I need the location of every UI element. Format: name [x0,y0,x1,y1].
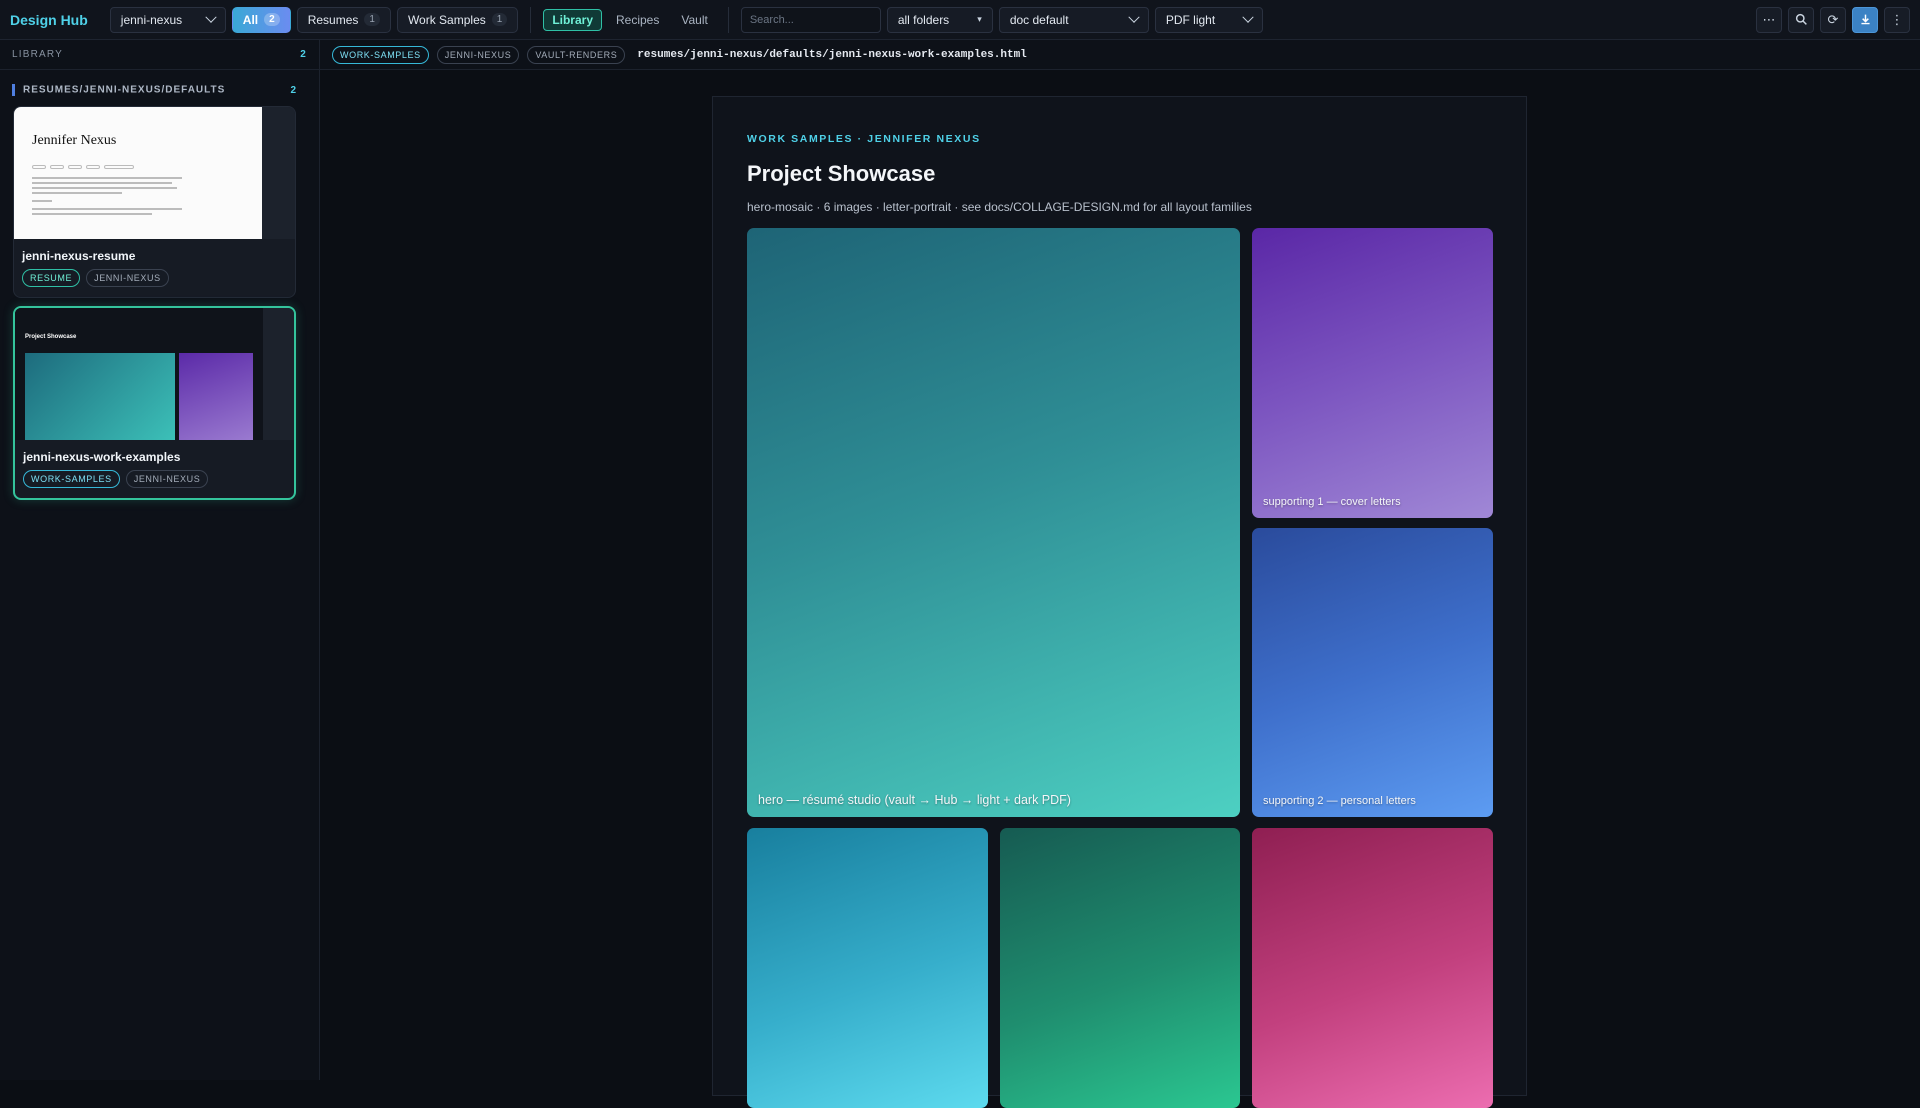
ellipsis-icon: ⋯ [1762,11,1776,27]
preview-title: Project Showcase [747,161,936,186]
folder-group-header[interactable]: RESUMES/JENNI-NEXUS/DEFAULTS 2 [0,74,319,106]
tile-caption: supporting 1 — cover letters [1263,496,1401,508]
chevron-down-icon [205,11,217,23]
kebab-menu-icon: ⋮ [1890,11,1904,27]
supporting-tile-3[interactable] [747,828,988,1108]
top-toolbar: Design Hub jenni-nexus All 2 Resumes 1 Wor… [0,0,1920,40]
work-samples-preview-thumbnail: Project Showcase [15,308,263,440]
thumb-chips [32,165,134,169]
thumb-title: Project Showcase [25,334,77,340]
library-card-resume[interactable]: Jennifer Nexus jenni-nexus-resume RESUME… [13,106,296,298]
resume-preview-thumbnail: Jennifer Nexus [14,107,262,239]
menu-button[interactable]: ⋮ [1884,6,1910,33]
preview-meta: hero-mosaic · 6 images · letter-portrait… [747,200,1252,214]
tag-work-samples[interactable]: WORK-SAMPLES [332,45,429,64]
tag-resume[interactable]: RESUME [22,269,81,287]
filter-resumes[interactable]: Resumes 1 [296,6,391,33]
hero-tile[interactable]: hero — résumé studio (vault → Hub → ligh… [747,228,1240,817]
filter-count: 1 [491,13,508,26]
tile-caption: supporting 2 — personal letters [1263,795,1416,807]
caret-icon: ▾ [977,14,982,24]
tag-jenni-nexus[interactable]: JENNI-NEXUS [86,269,169,287]
folders-select-value: all folders [897,12,950,27]
pdf-theme-select-value: PDF light [1165,12,1216,27]
refresh-button[interactable]: ⟳ [1820,6,1846,33]
divider [727,6,729,33]
tab-recipes[interactable]: Recipes [608,9,667,31]
tab-library[interactable]: Library [543,8,602,31]
folder-group-count: 2 [290,84,297,96]
filter-count: 2 [264,13,280,26]
workspace-select[interactable]: jenni-nexus [109,6,226,33]
card-tags: WORK-SAMPLES JENNI-NEXUS [15,470,294,488]
filter-label: All [242,12,259,27]
more-button[interactable]: ⋯ [1756,6,1782,33]
library-card-work-examples[interactable]: Project Showcase jenni-nexus-work-exampl… [13,306,296,500]
chevron-down-icon [1242,11,1254,23]
doc-style-select[interactable]: doc default [998,6,1149,33]
divider [530,6,532,33]
folder-group-label: RESUMES/JENNI-NEXUS/DEFAULTS [23,84,226,96]
search-button[interactable] [1788,6,1814,33]
document-preview: WORK SAMPLES · JENNIFER NEXUS Project Sh… [712,96,1527,1108]
tag-work-samples[interactable]: WORK-SAMPLES [23,470,120,488]
supporting-tile-5[interactable] [1252,828,1493,1108]
refresh-icon: ⟳ [1827,11,1839,27]
library-sidebar: LIBRARY 2 RESUMES/JENNI-NEXUS/DEFAULTS 2… [0,40,320,1080]
filter-label: Resumes [307,12,359,27]
supporting-tile-4[interactable] [1000,828,1240,1108]
search-input[interactable] [740,6,881,33]
thumb-hero-tile [25,353,175,440]
card-thumbnail: Project Showcase [15,308,294,440]
tag-jenni-nexus[interactable]: JENNI-NEXUS [436,45,520,64]
download-icon [1860,14,1870,25]
tile-caption: hero — résumé studio (vault → Hub → ligh… [758,793,1071,807]
document-path: resumes/jenni-nexus/defaults/jenni-nexus… [637,48,1027,61]
workspace-select-value: jenni-nexus [120,12,183,27]
document-path-bar: WORK-SAMPLES JENNI-NEXUS VAULT-RENDERS r… [320,40,1920,70]
search-icon [1795,13,1807,25]
card-title: jenni-nexus-work-examples [23,450,181,464]
supporting-tile-1[interactable]: supporting 1 — cover letters [1252,228,1493,518]
card-title: jenni-nexus-resume [22,249,136,263]
sidebar-header: LIBRARY 2 [0,40,319,70]
folders-select[interactable]: all folders ▾ [886,6,993,33]
doc-style-select-value: doc default [1009,12,1069,27]
sidebar-title: LIBRARY [12,49,64,60]
tag-jenni-nexus[interactable]: JENNI-NEXUS [125,470,209,488]
filter-count: 1 [364,13,380,26]
tag-vault-renders[interactable]: VAULT-RENDERS [527,45,626,64]
thumb-text-lines [32,177,182,218]
card-tags: RESUME JENNI-NEXUS [14,269,295,287]
supporting-tile-2[interactable]: supporting 2 — personal letters [1252,528,1493,817]
pdf-theme-select[interactable]: PDF light [1154,6,1263,33]
filter-work-samples[interactable]: Work Samples 1 [396,6,519,33]
download-button[interactable] [1852,6,1878,33]
preview-eyebrow: WORK SAMPLES · JENNIFER NEXUS [747,133,981,145]
app-brand: Design Hub [10,11,88,28]
chevron-down-icon [1128,11,1140,23]
sidebar-count: 2 [300,49,307,60]
filter-label: Work Samples [407,12,486,27]
thumb-supporting-tile [179,353,253,440]
group-accent-bar [12,84,15,96]
tab-vault[interactable]: Vault [673,9,715,31]
card-thumbnail: Jennifer Nexus [14,107,295,239]
thumb-name: Jennifer Nexus [32,133,117,148]
filter-all[interactable]: All 2 [231,6,291,33]
